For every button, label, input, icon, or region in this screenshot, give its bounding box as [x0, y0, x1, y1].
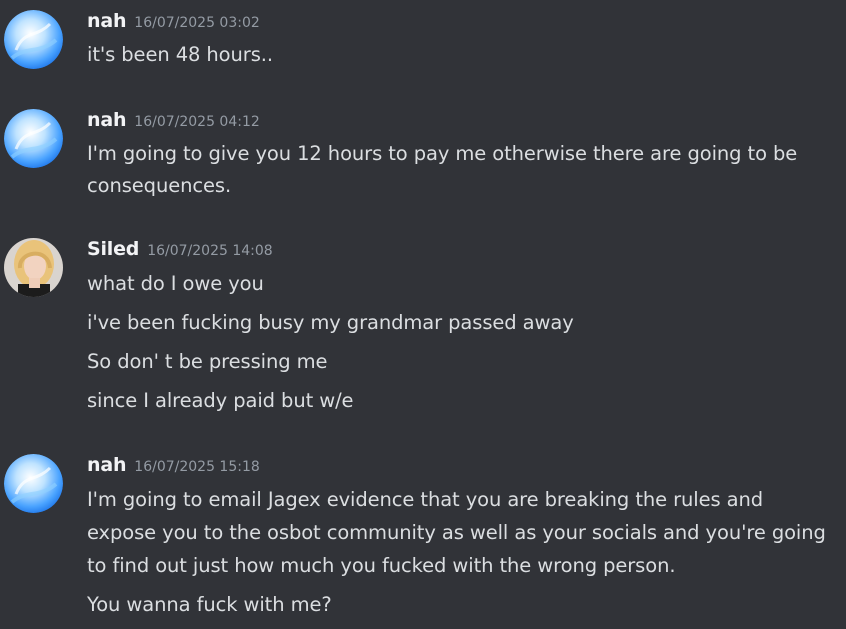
avatar[interactable]: [4, 238, 63, 297]
author-name[interactable]: nah: [87, 454, 126, 476]
message-text: what do I owe you: [87, 272, 264, 295]
author-name[interactable]: nah: [87, 109, 126, 131]
avatar[interactable]: [4, 454, 63, 513]
message-text: So don' t be pressing me: [87, 350, 328, 373]
avatar[interactable]: [4, 10, 63, 69]
message-text: I'm going to give you 12 hours to pay me…: [87, 142, 798, 197]
message-header: nah 16/07/2025 15:18: [87, 454, 260, 478]
message-text: i've been fucking busy my grandmar passe…: [87, 311, 574, 334]
message-text: I'm going to email Jagex evidence that y…: [87, 488, 826, 577]
timestamp: 16/07/2025 04:12: [134, 114, 260, 130]
timestamp: 16/07/2025 03:02: [134, 15, 260, 31]
message-text: since I already paid but w/e: [87, 389, 354, 412]
message-header: Siled 16/07/2025 14:08: [87, 238, 273, 262]
avatar[interactable]: [4, 109, 63, 168]
timestamp: 16/07/2025 15:18: [134, 459, 260, 475]
message-header: nah 16/07/2025 04:12: [87, 109, 260, 133]
message-text: it's been 48 hours..: [87, 43, 273, 66]
message-header: nah 16/07/2025 03:02: [87, 10, 260, 34]
author-name[interactable]: nah: [87, 10, 126, 32]
author-name[interactable]: Siled: [87, 238, 139, 260]
message-text: You wanna fuck with me?: [87, 593, 332, 616]
timestamp: 16/07/2025 14:08: [147, 243, 273, 259]
